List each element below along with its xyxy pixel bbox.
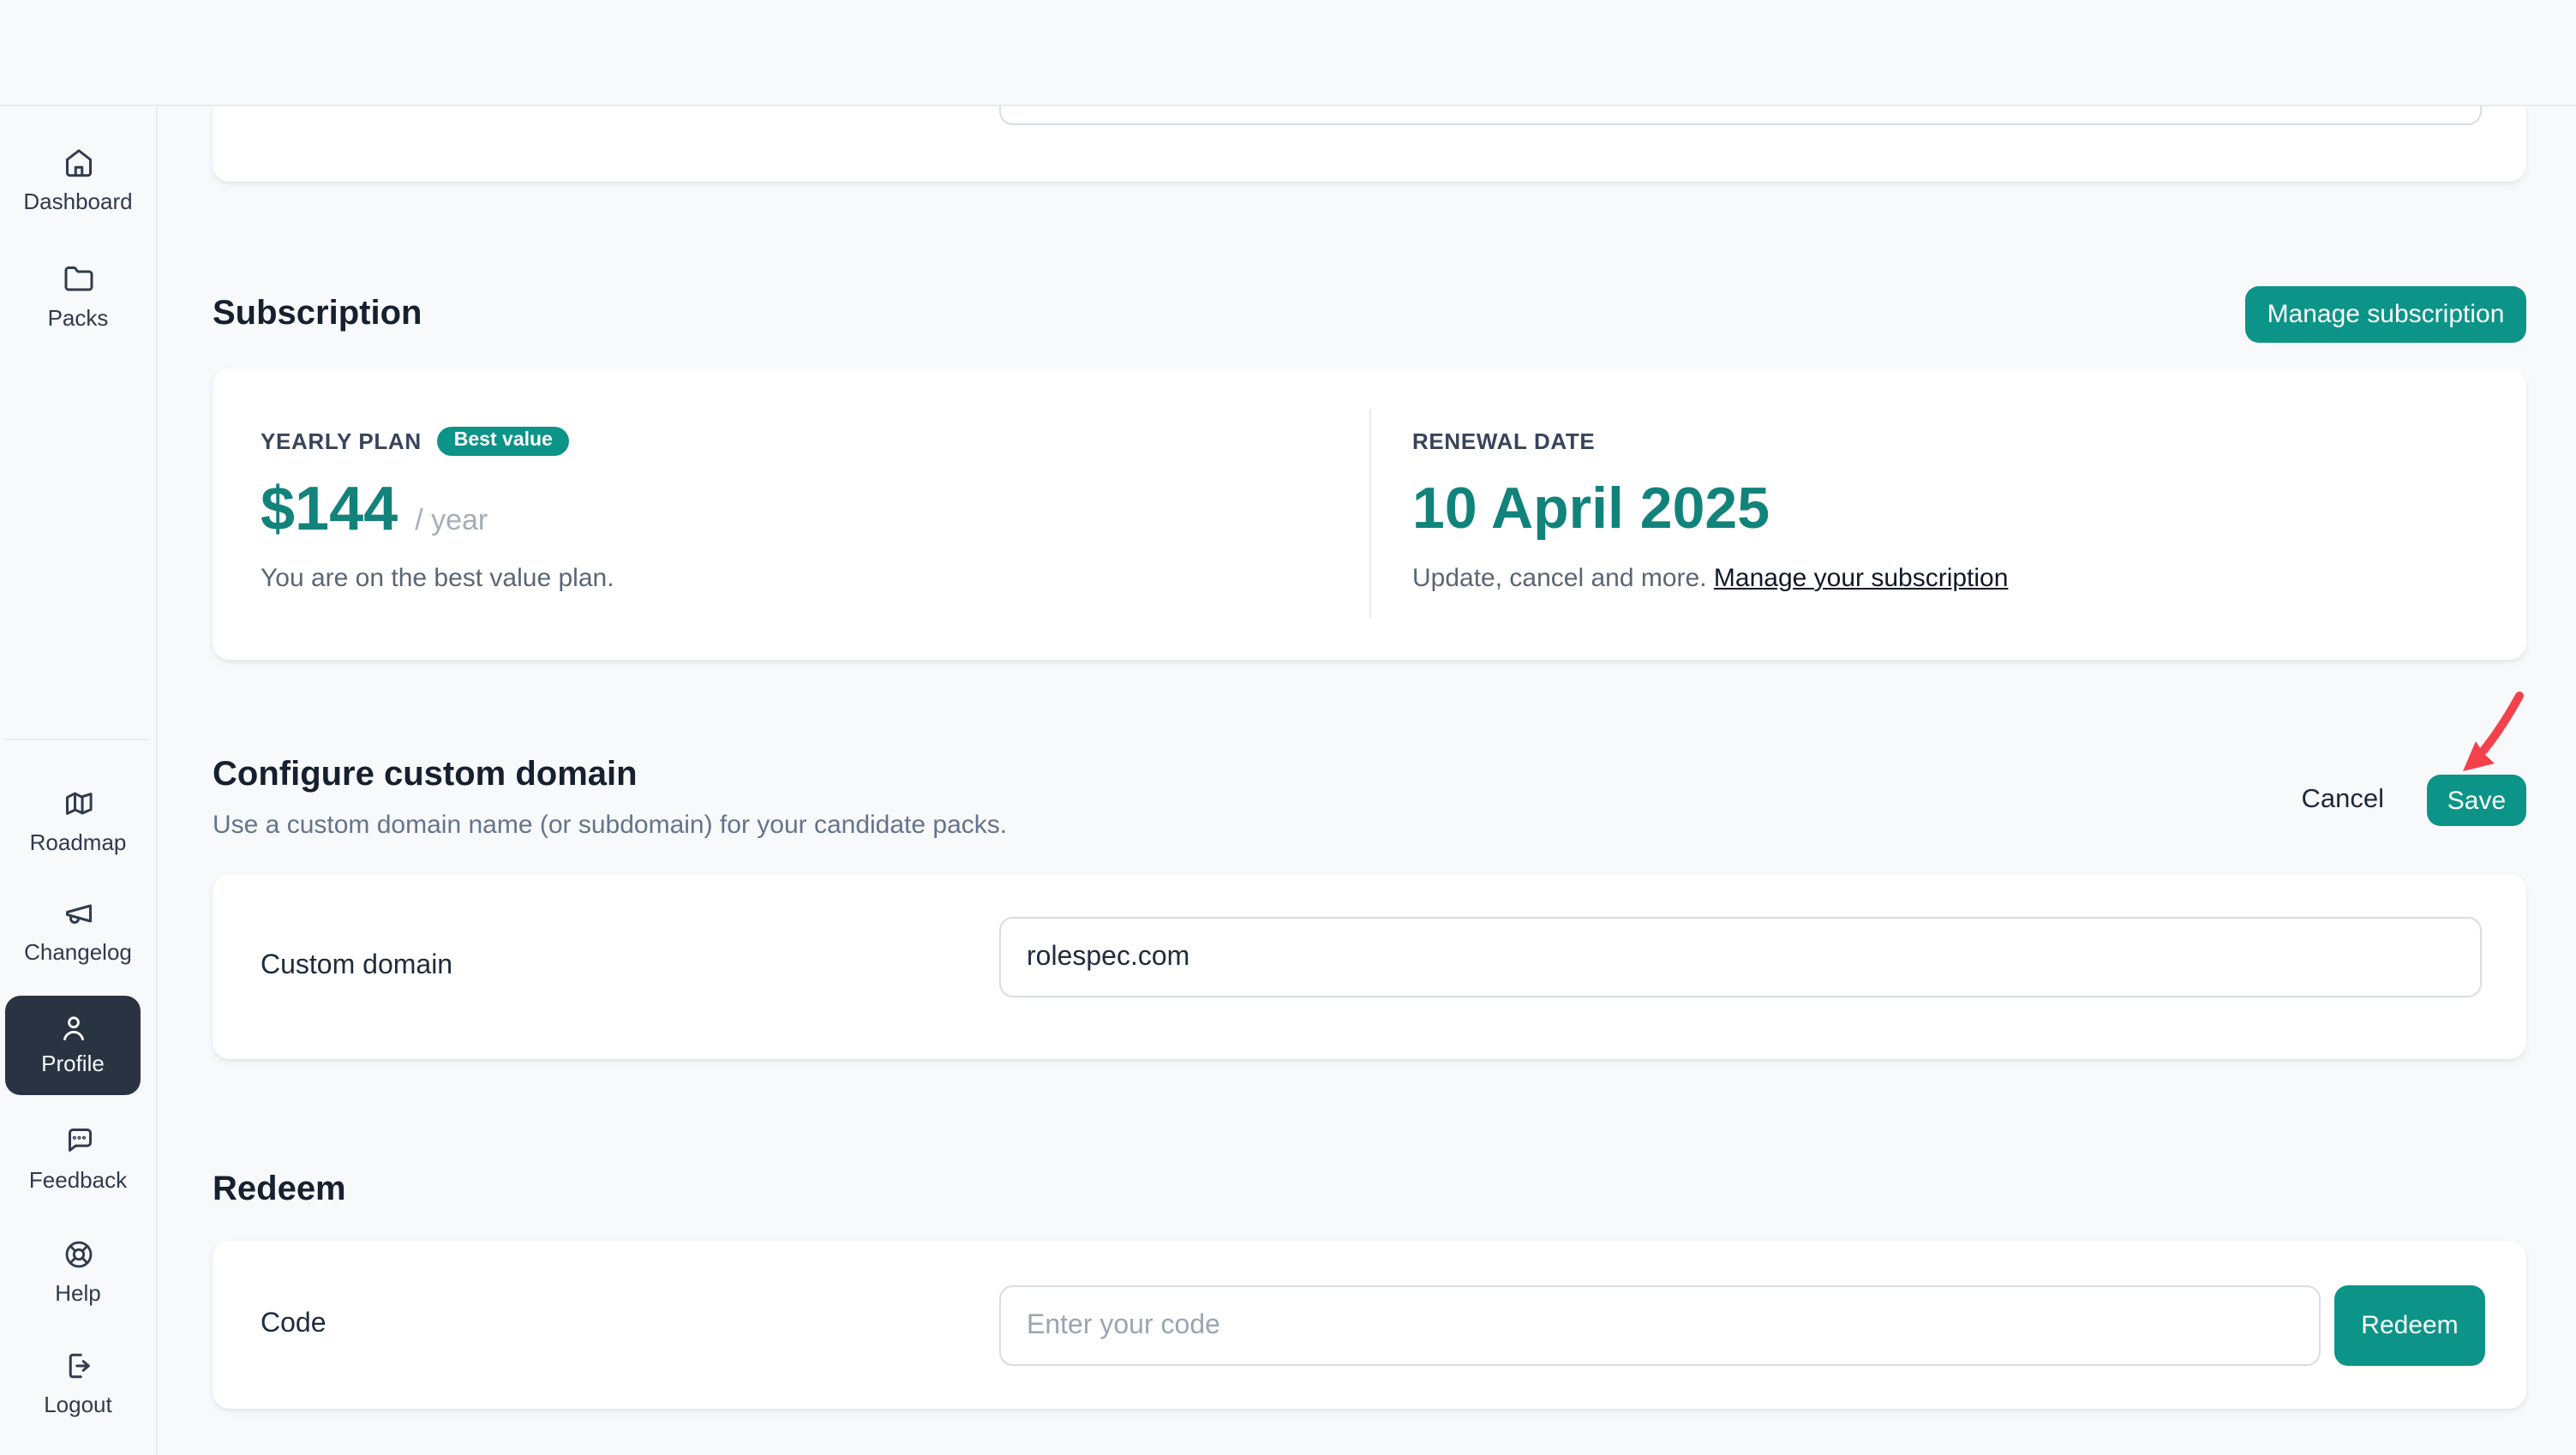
folder-icon	[63, 264, 93, 295]
renewal-label: RENEWAL DATE	[1412, 428, 1595, 453]
plan-price-period: / year	[415, 504, 488, 538]
logout-icon	[63, 1350, 93, 1381]
manage-subscription-link[interactable]: Manage your subscription	[1714, 564, 2009, 593]
renewal-date: 10 April 2025	[1412, 471, 1770, 547]
sidebar-divider	[5, 739, 149, 740]
custom-domain-actions: Cancel Save	[2302, 775, 2527, 826]
topbar	[0, 0, 2576, 106]
partial-input[interactable]	[999, 105, 2482, 125]
home-icon	[63, 147, 93, 178]
plan-price: $144	[261, 471, 398, 547]
subscription-section-header: Subscription Manage subscription	[213, 284, 2526, 343]
sidebar-item-help[interactable]: Help	[0, 1239, 156, 1306]
redeem-button[interactable]: Redeem	[2334, 1285, 2485, 1366]
card-column-divider	[1369, 410, 1371, 619]
redeem-section-header: Redeem	[213, 1165, 346, 1213]
sidebar-item-changelog[interactable]: Changelog	[0, 898, 156, 965]
sidebar-item-label: Roadmap	[0, 829, 156, 855]
plan-label: YEARLY PLAN	[261, 428, 422, 453]
sidebar-item-label: Changelog	[0, 939, 156, 965]
redeem-heading: Redeem	[213, 1165, 346, 1213]
custom-domain-subheading: Use a custom domain name (or subdomain) …	[213, 809, 1007, 843]
save-button[interactable]: Save	[2427, 775, 2526, 826]
user-icon	[57, 1013, 88, 1044]
custom-domain-heading: Configure custom domain	[213, 751, 1007, 799]
custom-domain-input[interactable]	[999, 917, 2482, 997]
sidebar-item-label: Feedback	[0, 1167, 156, 1193]
map-icon	[63, 788, 93, 819]
renewal-note: Update, cancel and more.	[1412, 564, 1707, 593]
sidebar-item-label: Dashboard	[0, 189, 156, 214]
sidebar-item-packs[interactable]: Packs	[0, 264, 156, 331]
chat-dots-icon	[63, 1126, 93, 1157]
sidebar-item-dashboard[interactable]: Dashboard	[0, 147, 156, 214]
arrow-annotation-icon	[2453, 687, 2535, 776]
megaphone-icon	[63, 898, 93, 929]
sidebar: Dashboard Packs Roadmap Changelog	[0, 105, 158, 1455]
custom-domain-card: Custom domain	[213, 874, 2526, 1059]
app-window: r AD Dashboard Packs Roadmap	[0, 0, 2576, 1455]
code-field-label: Code	[261, 1241, 326, 1409]
lifebuoy-icon	[63, 1239, 93, 1270]
sidebar-item-logout[interactable]: Logout	[0, 1350, 156, 1417]
main-content: Subscription Manage subscription YEARLY …	[156, 105, 2576, 1455]
sidebar-item-label: Help	[0, 1280, 156, 1306]
sidebar-item-feedback[interactable]: Feedback	[0, 1126, 156, 1193]
best-value-badge: Best value	[437, 426, 570, 455]
custom-domain-field-label: Custom domain	[261, 874, 452, 1059]
manage-subscription-button[interactable]: Manage subscription	[2245, 285, 2526, 342]
plan-column: YEARLY PLAN Best value $144 / year You a…	[261, 368, 1323, 660]
subscription-heading: Subscription	[213, 290, 422, 338]
code-input[interactable]	[999, 1285, 2321, 1366]
sidebar-item-label: Logout	[0, 1392, 156, 1417]
sidebar-item-label: Packs	[0, 305, 156, 331]
sidebar-item-roadmap[interactable]: Roadmap	[0, 788, 156, 855]
sidebar-item-profile[interactable]: Profile	[5, 996, 141, 1095]
redeem-card: Code Redeem	[213, 1241, 2526, 1409]
renewal-column: RENEWAL DATE 10 April 2025 Update, cance…	[1412, 368, 2475, 660]
subscription-card: YEARLY PLAN Best value $144 / year You a…	[213, 368, 2526, 660]
scrolled-card-partial	[213, 105, 2526, 182]
sidebar-item-label: Profile	[5, 1051, 141, 1076]
custom-domain-section-header: Configure custom domain Use a custom dom…	[213, 751, 1007, 843]
cancel-button[interactable]: Cancel	[2302, 785, 2385, 816]
plan-note: You are on the best value plan.	[261, 564, 614, 593]
